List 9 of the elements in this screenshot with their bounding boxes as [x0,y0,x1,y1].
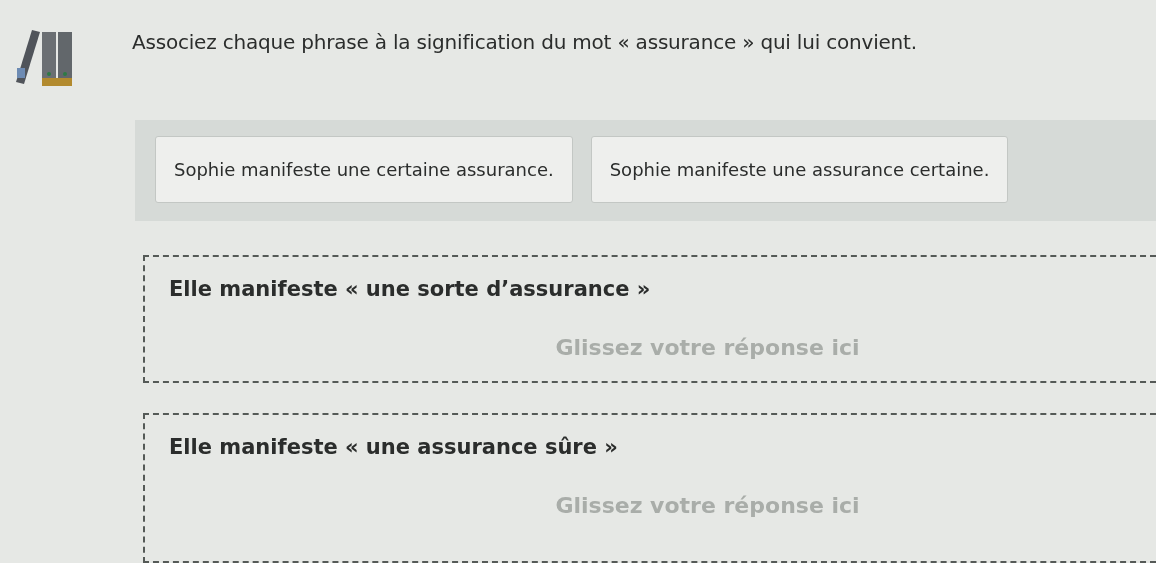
zone-label: Elle manifeste « une assurance sûre » [169,435,619,460]
drop-zone[interactable]: Elle manifeste « une assurance sûre » Glissez votre réponse ici [143,413,1156,563]
drop-placeholder: Glissez votre réponse ici [555,493,860,519]
zone-label: Elle manifeste « une sorte d’assurance » [169,277,652,301]
instruction-text: Associez chaque phrase à la signification du mot « assurance » qui lui convient. [132,29,917,54]
answer-card[interactable]: Sophie manifeste une certaine assurance. [155,136,573,203]
answer-card[interactable]: Sophie manifeste une assurance certaine. [590,136,1009,203]
drop-placeholder: Glissez votre réponse ici [555,335,860,360]
drop-zone[interactable]: Elle manifeste « une sorte d’assurance » Glissez votre réponse ici [143,255,1156,384]
